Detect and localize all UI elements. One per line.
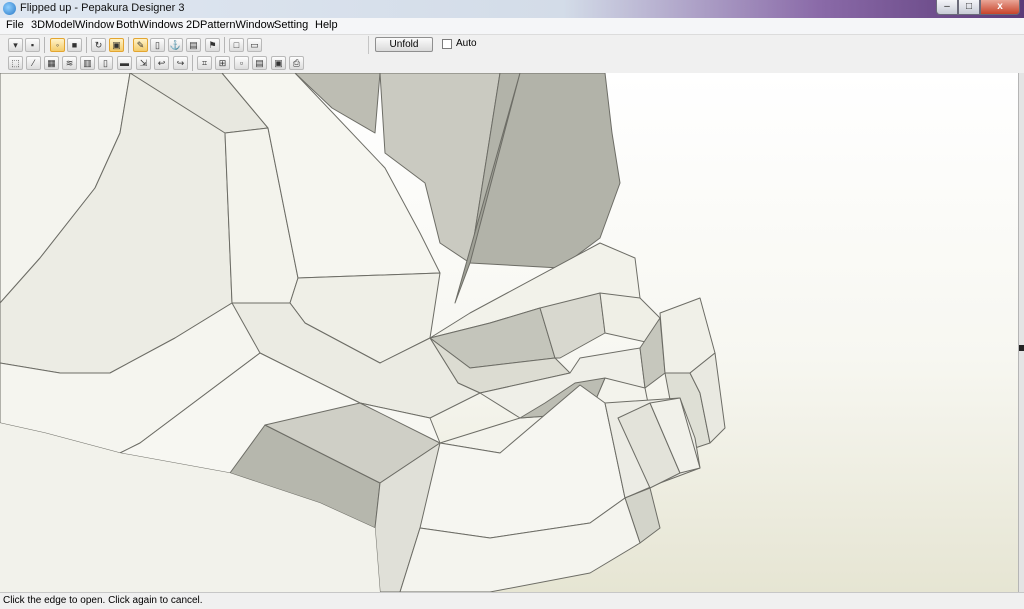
both-windows-icon[interactable]: ▭: [247, 38, 262, 52]
pepakura-app-icon: [3, 2, 16, 15]
window-title: Flipped up - Pepakura Designer 3: [20, 2, 185, 14]
unfold-panel: Unfold Auto: [368, 36, 492, 54]
auto-label: Auto: [456, 38, 477, 49]
toolbar-area: ▾ ▪ ◦ ■ ↻ ▣ ✎ ▯ ⚓ ▤ ⚑ □ ▭ Unfold Auto ⬚ …: [0, 35, 1024, 74]
open-folder-icon[interactable]: ▾: [8, 38, 23, 52]
splitter-marker[interactable]: [1019, 345, 1024, 351]
redo-arrow-icon[interactable]: ↪: [173, 56, 188, 70]
window-splitter[interactable]: [1019, 73, 1024, 592]
menu-2d-pattern-window[interactable]: 2DPatternWindow: [185, 19, 276, 31]
status-message: Click the edge to open. Click again to c…: [3, 595, 203, 606]
paper-icon[interactable]: ▤: [186, 38, 201, 52]
view-select-icon[interactable]: ▣: [109, 38, 124, 52]
menu-file[interactable]: File: [5, 19, 25, 31]
print-icon[interactable]: ▣: [271, 56, 286, 70]
move-icon[interactable]: ⇲: [136, 56, 151, 70]
3d-model-viewport[interactable]: [0, 73, 1019, 592]
minimize-button[interactable]: –: [936, 0, 958, 15]
menu-setting[interactable]: Setting: [273, 19, 309, 31]
cylinder-icon[interactable]: ▯: [150, 38, 165, 52]
texture-cube-icon[interactable]: ■: [67, 38, 82, 52]
rotate-model-icon[interactable]: ↻: [91, 38, 106, 52]
light-bulb-icon[interactable]: ◦: [50, 38, 65, 52]
window-controls: – □ x: [936, 0, 1020, 15]
grid-icon[interactable]: ▦: [44, 56, 59, 70]
single-window-icon[interactable]: □: [229, 38, 244, 52]
toolbar-separator: [192, 55, 193, 71]
auto-checkbox[interactable]: [442, 39, 452, 49]
toolbar-separator: [44, 37, 45, 53]
page-icon[interactable]: ▯: [98, 56, 113, 70]
unfold-button[interactable]: Unfold: [375, 37, 433, 52]
fit-icon[interactable]: ⊞: [215, 56, 230, 70]
title-bar: Flipped up - Pepakura Designer 3 – □ x: [0, 0, 1024, 18]
select-icon[interactable]: ⬚: [8, 56, 23, 70]
wand-icon[interactable]: ⁄: [26, 56, 41, 70]
align-icon[interactable]: ▥: [80, 56, 95, 70]
close-button[interactable]: x: [980, 0, 1020, 15]
piece-icon[interactable]: ▫: [234, 56, 249, 70]
papercraft-model-render[interactable]: [0, 73, 1018, 592]
pattern-icon[interactable]: ▬: [117, 56, 132, 70]
printer-icon[interactable]: ⎙: [289, 56, 304, 70]
draw-edge-icon[interactable]: ✎: [133, 38, 148, 52]
toolbar-separator: [224, 37, 225, 53]
menu-help[interactable]: Help: [314, 19, 339, 31]
save-icon[interactable]: ▪: [25, 38, 40, 52]
maximize-button[interactable]: □: [958, 0, 980, 15]
toolbar-separator: [86, 37, 87, 53]
flag-icon[interactable]: ⚑: [205, 38, 220, 52]
menu-bar: File 3DModelWindow BothWindows 2DPattern…: [0, 18, 1024, 35]
join-icon[interactable]: ⌗: [197, 56, 212, 70]
stack-icon[interactable]: ≋: [62, 56, 77, 70]
anchor-icon[interactable]: ⚓: [168, 38, 183, 52]
page-layout-icon[interactable]: ▤: [252, 56, 267, 70]
toolbar-separator: [128, 37, 129, 53]
status-bar: Click the edge to open. Click again to c…: [0, 592, 1024, 609]
undo-arrow-icon[interactable]: ↩: [154, 56, 169, 70]
menu-3d-model-window[interactable]: 3DModelWindow: [30, 19, 115, 31]
menu-both-windows[interactable]: BothWindows: [115, 19, 184, 31]
